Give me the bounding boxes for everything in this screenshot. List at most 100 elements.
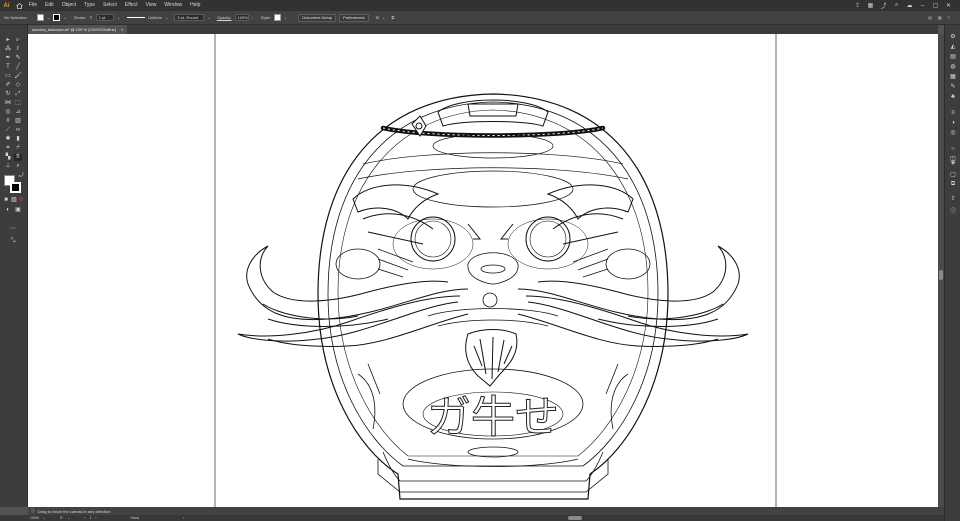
chevron-right-icon[interactable]: ›: [183, 516, 184, 520]
rectangle-tool-icon[interactable]: ▭: [4, 73, 12, 80]
arrange-documents-icon[interactable]: ▤: [928, 15, 932, 20]
menu-help[interactable]: Help: [186, 0, 204, 11]
style-swatch[interactable]: [273, 14, 281, 21]
stroke-color-box[interactable]: [10, 182, 21, 193]
appearance-icon[interactable]: ○: [949, 145, 957, 152]
vertical-scrollbar[interactable]: [938, 34, 944, 507]
stroke-profile[interactable]: Uniform: [148, 15, 162, 20]
stroke-label[interactable]: Stroke:: [74, 15, 87, 20]
chevron-down-icon[interactable]: ⌄: [117, 15, 120, 20]
width-tool-icon[interactable]: ⋈: [4, 100, 12, 107]
stepper-icon[interactable]: ⇕: [89, 15, 92, 20]
color-icon[interactable]: ◍: [949, 63, 957, 70]
properties-icon[interactable]: ⚙: [949, 33, 957, 40]
menu-object[interactable]: Object: [58, 0, 80, 11]
fill-swatch[interactable]: [37, 14, 44, 21]
swap-colors-icon[interactable]: ⤾: [17, 173, 25, 180]
zoom-level[interactable]: 100%: [30, 516, 39, 520]
magic-wand-icon[interactable]: ⁂: [4, 46, 12, 53]
symbol-sprayer-icon[interactable]: ✺: [4, 136, 12, 143]
shape-builder-icon[interactable]: ◎: [4, 109, 12, 116]
artboard-tool-icon[interactable]: ⌗: [4, 145, 12, 152]
chevron-down-icon[interactable]: ⌄: [67, 516, 70, 520]
rotation-value[interactable]: 0°: [60, 516, 63, 520]
info-icon[interactable]: ⓘ: [949, 207, 957, 215]
scale-tool-icon[interactable]: ⤢: [14, 91, 22, 98]
symbols-icon[interactable]: ♣: [949, 93, 957, 100]
tab-close-icon[interactable]: ×: [121, 27, 123, 32]
stroke-panel-icon[interactable]: ≡: [949, 109, 957, 116]
artboard-number[interactable]: 1: [89, 516, 91, 520]
artboard-canvas[interactable]: ガ牛せ: [28, 34, 938, 507]
arrange-icon[interactable]: ▦: [867, 2, 874, 9]
layers-icon[interactable]: ◭: [949, 43, 957, 50]
menu-select[interactable]: Select: [99, 0, 121, 11]
links-icon[interactable]: ⧉: [949, 181, 957, 188]
edit-toolbar-icon[interactable]: ⤡: [9, 238, 17, 245]
stroke-weight-field[interactable]: 1 pt: [95, 14, 114, 21]
paintbrush-icon[interactable]: 🖌︎: [14, 73, 22, 80]
shaper-tool-icon[interactable]: ✐: [4, 82, 12, 89]
layers-panel-icon[interactable]: ◈: [949, 159, 957, 166]
panel-menu-icon[interactable]: ≡: [948, 15, 950, 20]
menu-window[interactable]: Window: [160, 0, 186, 11]
stroke-swatch[interactable]: [53, 14, 61, 21]
gradient-tool-icon[interactable]: ▥: [14, 118, 22, 125]
share-icon[interactable]: ⇪: [854, 2, 861, 9]
search-icon[interactable]: ⌕: [893, 2, 900, 9]
direct-selection-tool-icon[interactable]: ▹: [14, 37, 22, 44]
blend-tool-icon[interactable]: ∞: [14, 127, 22, 134]
brushes-icon[interactable]: ✎: [949, 83, 957, 90]
type-tool-icon[interactable]: T: [4, 64, 12, 71]
none-mode-icon[interactable]: ⊘: [17, 197, 25, 204]
rotate-tool-icon[interactable]: ↻: [4, 91, 12, 98]
slice-tool-icon[interactable]: ⌿: [14, 145, 22, 152]
lasso-icon[interactable]: ℓ: [14, 46, 22, 53]
asset-export-icon[interactable]: ⇪: [949, 195, 957, 202]
artboard-prev-icon[interactable]: ‹: [84, 516, 85, 520]
home-icon[interactable]: [13, 0, 25, 11]
horizontal-scroll-thumb[interactable]: [568, 516, 582, 520]
color-mode-icon[interactable]: ■: [2, 197, 10, 204]
mesh-tool-icon[interactable]: #: [4, 118, 12, 125]
hand-tool-icon[interactable]: ✋︎: [14, 154, 22, 161]
selection-tool-icon[interactable]: ▸: [4, 37, 12, 44]
align-icon[interactable]: ⊞: [376, 15, 379, 20]
chevron-down-icon[interactable]: ⌄: [165, 15, 168, 20]
chevron-down-icon[interactable]: ⌄: [284, 15, 287, 20]
zoom-tool-icon[interactable]: ⌕: [14, 163, 22, 170]
artboard-next-icon[interactable]: ›: [95, 516, 96, 520]
chevron-down-icon[interactable]: ⌄: [382, 15, 385, 20]
document-setup-button[interactable]: Document Setup: [298, 13, 337, 22]
artboards-icon[interactable]: ▢: [949, 171, 957, 178]
document-tab[interactable]: daruma_basicolor.ai* @ 100 % (CMYK/Outli…: [28, 25, 128, 34]
menu-effect[interactable]: Effect: [121, 0, 142, 11]
minimize-icon[interactable]: –: [919, 2, 926, 9]
brush-definition[interactable]: 5 pt. Round: [174, 14, 205, 21]
menu-type[interactable]: Type: [80, 0, 99, 11]
chevron-down-icon[interactable]: ⌄: [47, 15, 50, 20]
menu-view[interactable]: View: [142, 0, 161, 11]
pen-tool-icon[interactable]: ✒: [4, 55, 12, 62]
measure-tool-icon[interactable]: ⊥: [4, 163, 12, 170]
chevron-down-icon[interactable]: ⌄: [43, 516, 46, 520]
chevron-right-icon[interactable]: ›: [252, 15, 253, 20]
chart-tool-icon[interactable]: ▚: [4, 154, 12, 161]
chevron-down-icon[interactable]: ⌄: [207, 15, 210, 20]
curvature-tool-icon[interactable]: ✎: [14, 55, 22, 62]
libraries-icon[interactable]: ▤: [949, 53, 957, 60]
close-icon[interactable]: ✕: [945, 2, 952, 9]
column-graph-icon[interactable]: ▮: [14, 136, 22, 143]
draw-mode-icon[interactable]: ◐: [4, 207, 12, 214]
menu-edit[interactable]: Edit: [41, 0, 58, 11]
opacity-field[interactable]: 100%: [234, 14, 249, 21]
chevron-down-icon[interactable]: ⌄: [63, 15, 66, 20]
menu-file[interactable]: File: [25, 0, 41, 11]
gradient-panel-icon[interactable]: ◑: [949, 119, 957, 126]
publish-icon[interactable]: ⤴: [880, 2, 887, 10]
eraser-icon[interactable]: ◇: [14, 82, 22, 89]
grid-icon[interactable]: ▦: [938, 15, 942, 20]
preferences-button[interactable]: Preferences: [339, 13, 369, 22]
more-tools-icon[interactable]: ⋯: [9, 226, 17, 233]
swatches-icon[interactable]: ▦: [949, 73, 957, 80]
